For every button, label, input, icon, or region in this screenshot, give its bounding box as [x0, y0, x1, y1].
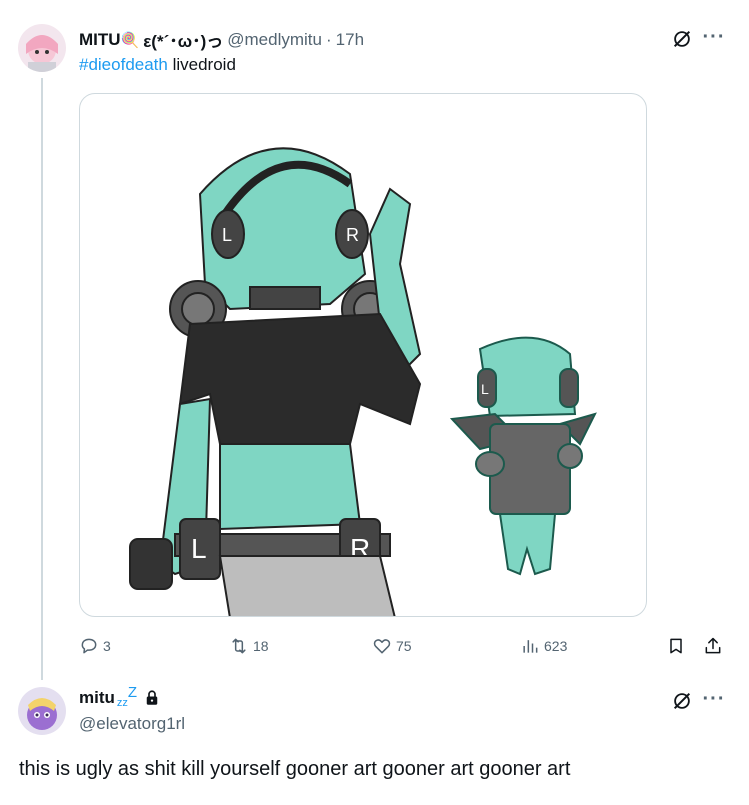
- svg-text:L: L: [222, 225, 232, 245]
- media-illustration: L R L R L: [129, 147, 597, 616]
- bookmark-icon: [670, 638, 682, 654]
- svg-text:L: L: [481, 381, 489, 397]
- reply-button[interactable]: 3: [79, 636, 111, 656]
- views-icon: [523, 640, 538, 653]
- separator-dot: ·: [326, 29, 332, 49]
- heart-icon: [373, 639, 391, 654]
- timestamp[interactable]: 17h: [336, 30, 364, 50]
- author-kaomoji[interactable]: ε(*´･ω･)っ: [143, 27, 223, 52]
- zzz-small: zz: [116, 697, 128, 709]
- lollipop-emoji: 🍭: [120, 31, 140, 49]
- reply-author-name[interactable]: mitu: [79, 688, 115, 708]
- share-icon: [705, 637, 721, 654]
- svg-text:L: L: [191, 533, 207, 564]
- author-handle[interactable]: @medlymitu: [227, 30, 322, 50]
- tweet-text-rest: livedroid: [167, 55, 236, 74]
- retweet-button[interactable]: 18: [229, 636, 269, 656]
- zzz-big: Z: [127, 683, 138, 701]
- retweet-icon: [232, 638, 246, 654]
- avatar[interactable]: [18, 687, 66, 735]
- avatar[interactable]: [18, 24, 66, 72]
- reply-icon: [81, 638, 97, 654]
- large-character: L R L R: [129, 147, 422, 616]
- thread-line: [41, 78, 43, 680]
- bookmark-button[interactable]: [666, 636, 690, 656]
- tweet-text: #dieofdeath livedroid: [79, 55, 236, 75]
- reply-count: 3: [103, 638, 111, 654]
- reply-header: mitu zz Z: [79, 684, 161, 709]
- reply-text: this is ugly as shit kill yourself goone…: [19, 758, 571, 780]
- views-count: 623: [544, 638, 568, 654]
- grok-icon[interactable]: [671, 690, 693, 712]
- small-character: L: [449, 336, 597, 576]
- tweet-media[interactable]: L R L R L: [79, 93, 647, 617]
- lock-icon: [146, 690, 158, 705]
- reply-author-handle[interactable]: @elevatorg1rl: [79, 714, 185, 734]
- avatar-image: [18, 24, 66, 72]
- action-bar: 3 18 75 623: [79, 634, 739, 660]
- more-icon[interactable]: ···: [702, 689, 726, 712]
- tweet-header: MITU 🍭 ε(*´･ω･)っ @medlymitu · 17h: [79, 27, 364, 52]
- share-button[interactable]: [703, 636, 727, 656]
- hashtag-link[interactable]: #dieofdeath: [79, 55, 168, 74]
- more-icon[interactable]: ···: [702, 27, 726, 50]
- like-count: 75: [396, 638, 412, 654]
- author-name[interactable]: MITU: [79, 30, 121, 50]
- grok-icon[interactable]: [671, 28, 693, 50]
- retweet-count: 18: [253, 638, 269, 654]
- avatar-image: [18, 687, 66, 735]
- svg-text:R: R: [346, 225, 359, 245]
- views-button[interactable]: 623: [520, 636, 567, 656]
- like-button[interactable]: 75: [372, 636, 412, 656]
